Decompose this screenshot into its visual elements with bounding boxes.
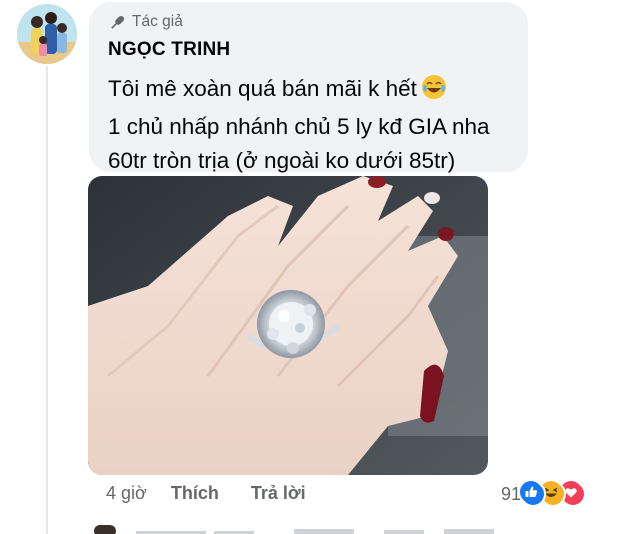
author-name[interactable]: NGỌC TRINH: [108, 39, 230, 61]
comment-timestamp[interactable]: 4 giờ: [106, 483, 147, 504]
reaction-count: 91: [501, 483, 522, 504]
avatar-image: [17, 4, 77, 64]
face-with-tears-of-joy-icon: [421, 74, 447, 110]
author-badge: Tác giả: [109, 13, 183, 31]
reactions-summary[interactable]: 91: [501, 481, 587, 507]
comment-bubble: Tác giả NGỌC TRINH Tôi mê xoàn quá bán m…: [89, 2, 528, 173]
next-comment-preview: [94, 522, 524, 534]
comment-actions: 4 giờ Thích Trả lời: [106, 483, 306, 504]
comment-line: Tôi mê xoàn quá bán mãi k hết: [108, 72, 490, 110]
like-icon: [520, 481, 547, 507]
reply-button[interactable]: Trả lời: [251, 483, 306, 504]
comment-line-text: Tôi mê xoàn quá bán mãi k hết: [108, 76, 417, 101]
comment-line: 60tr tròn trịa (ở ngoài ko dưới 85tr): [108, 148, 456, 173]
thread-line: [46, 66, 48, 534]
ring-photo-image: [88, 176, 488, 475]
next-comment-avatar-partial: [94, 525, 494, 534]
author-badge-label: Tác giả: [132, 13, 183, 30]
like-button[interactable]: Thích: [171, 483, 219, 504]
comment-line: 1 chủ nhấp nhánh chủ 5 ly kđ GIA nha: [108, 114, 490, 139]
comment-photo[interactable]: [88, 176, 488, 475]
comment-text: Tôi mê xoàn quá bán mãi k hết 1 chủ nhấp…: [108, 72, 490, 178]
avatar[interactable]: [17, 4, 77, 64]
microphone-icon: [111, 15, 125, 29]
